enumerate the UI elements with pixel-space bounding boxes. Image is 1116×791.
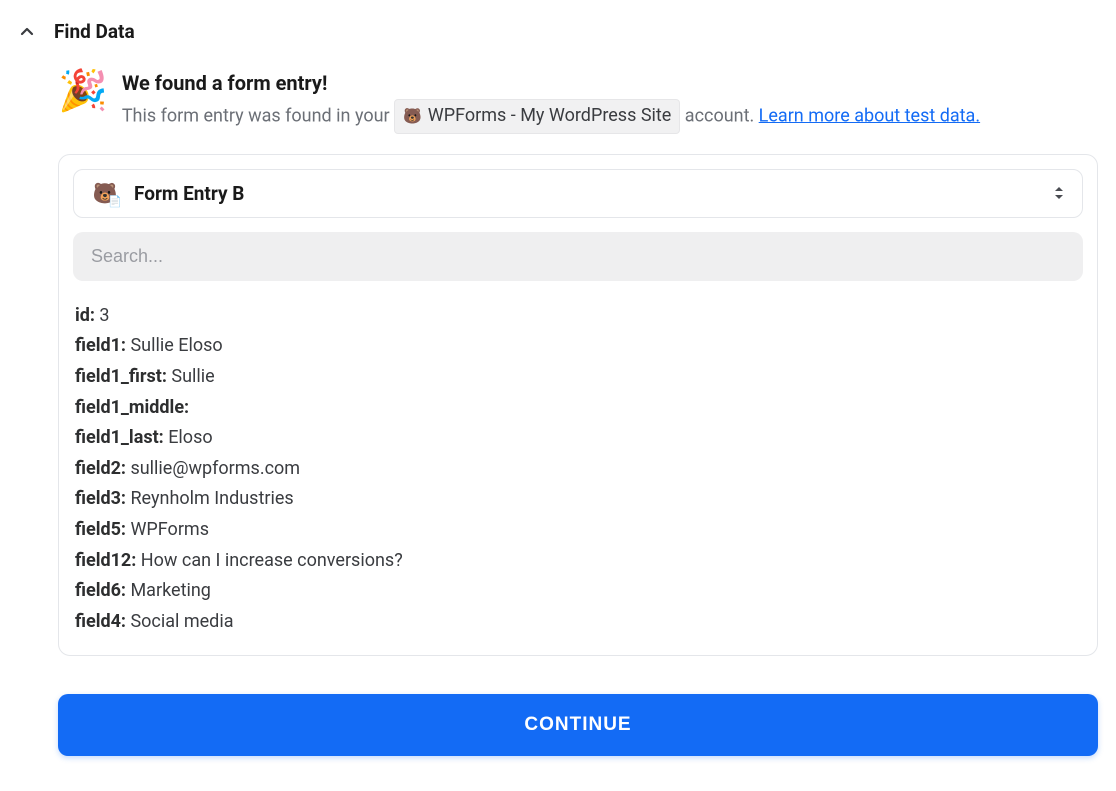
account-pill: 🐻WPForms - My WordPress Site <box>394 99 680 134</box>
entry-select-label: Form Entry B <box>134 182 1038 205</box>
field-row: field1_first: Sullie <box>75 362 1083 393</box>
entry-panel: 🐻 Form Entry B id: 3field1: Sullie Eloso… <box>58 154 1098 657</box>
bear-icon: 🐻 <box>90 183 120 203</box>
sort-caret-icon <box>1052 186 1066 200</box>
field-row: field6: Marketing <box>75 576 1083 607</box>
field-row: field4: Social media <box>75 607 1083 638</box>
learn-more-link[interactable]: Learn more about test data. <box>759 105 980 126</box>
chevron-up-icon <box>19 24 35 40</box>
fields-list: id: 3field1: Sullie Elosofield1_first: S… <box>73 301 1083 638</box>
found-subtext: This form entry was found in your 🐻WPFor… <box>122 99 980 134</box>
field-row: field3: Reynholm Industries <box>75 484 1083 515</box>
wpforms-icon: 🐻 <box>403 104 422 128</box>
field-row: field1: Sullie Eloso <box>75 331 1083 362</box>
field-row: field2: sullie@wpforms.com <box>75 454 1083 485</box>
continue-button[interactable]: CONTINUE <box>58 694 1098 756</box>
field-row: field5: WPForms <box>75 515 1083 546</box>
field-row: field1_middle: <box>75 393 1083 424</box>
search-input[interactable] <box>73 232 1083 281</box>
found-heading: We found a form entry! <box>122 71 980 95</box>
collapse-toggle[interactable] <box>18 23 36 41</box>
entry-select[interactable]: 🐻 Form Entry B <box>73 169 1083 218</box>
party-popper-icon: 🎉 <box>58 71 108 134</box>
field-row: id: 3 <box>75 301 1083 332</box>
field-row: field1_last: Eloso <box>75 423 1083 454</box>
field-row: field12: How can I increase conversions? <box>75 546 1083 577</box>
section-title: Find Data <box>54 20 135 43</box>
